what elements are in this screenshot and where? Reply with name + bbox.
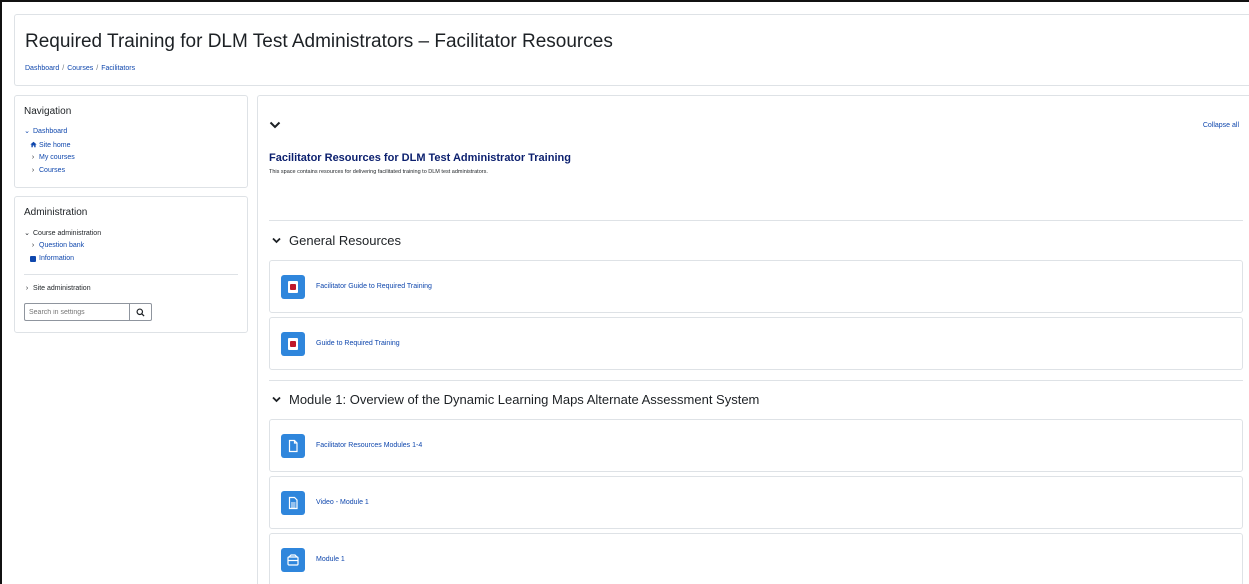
breadcrumb-dashboard[interactable]: Dashboard (25, 65, 59, 72)
admin-item-label: Question bank (39, 242, 85, 249)
page-title: Required Training for DLM Test Administr… (25, 31, 613, 52)
nav-item-label: My courses (39, 154, 75, 161)
settings-search-input[interactable] (24, 303, 130, 321)
section-divider (269, 380, 1243, 381)
chevron-down-icon (272, 396, 281, 403)
chevron-down-icon (272, 237, 281, 244)
breadcrumb-separator: / (62, 65, 65, 72)
chevron-right-icon: › (25, 285, 29, 292)
nav-item-label: Dashboard (33, 127, 68, 135)
file-icon (281, 433, 305, 458)
course-content: Collapse all Facilitator Resources for D… (257, 95, 1249, 584)
nav-item-label: Site home (39, 142, 71, 149)
course-summary-heading: Facilitator Resources for DLM Test Admin… (269, 152, 571, 164)
package-icon (281, 547, 305, 572)
admin-item-question-bank[interactable]: › Question bank (30, 242, 84, 249)
admin-item-label: Information (39, 255, 75, 262)
activity-link[interactable]: Facilitator Resources Modules 1-4 (316, 442, 422, 449)
chevron-right-icon: › (31, 167, 35, 174)
activity-facilitator-resources-modules[interactable]: Facilitator Resources Modules 1-4 (269, 419, 1243, 472)
breadcrumb-separator: / (96, 65, 99, 72)
collapse-all-link[interactable]: Collapse all (1203, 122, 1239, 129)
section-title: General Resources (289, 233, 401, 248)
pdf-icon (281, 331, 305, 356)
course-summary-text: This space contains resources for delive… (269, 169, 488, 175)
search-icon (136, 307, 145, 317)
section-header-general-resources[interactable]: General Resources (272, 233, 401, 248)
home-icon (30, 141, 37, 150)
chevron-right-icon: › (31, 154, 35, 161)
admin-item-label: Course administration (33, 229, 102, 237)
activity-module-1[interactable]: Module 1 (269, 533, 1243, 584)
settings-search-button[interactable] (130, 303, 152, 321)
nav-item-courses[interactable]: › Courses (30, 167, 65, 174)
breadcrumb-courses[interactable]: Courses (67, 65, 93, 72)
nav-item-label: Courses (39, 167, 66, 174)
info-square-icon (30, 255, 36, 262)
navigation-block: Navigation ⌄ Dashboard Site home › My co… (14, 95, 248, 188)
breadcrumb: Dashboard / Courses / Facilitators (25, 65, 135, 72)
nav-item-dashboard[interactable]: ⌄ Dashboard (24, 127, 68, 136)
chevron-down-icon[interactable] (269, 121, 281, 129)
section-divider (269, 220, 1243, 221)
administration-block-title: Administration (24, 207, 88, 218)
pdf-icon (281, 274, 305, 299)
admin-item-course-administration[interactable]: ⌄ Course administration (24, 229, 102, 238)
nav-item-my-courses[interactable]: › My courses (30, 154, 75, 161)
breadcrumb-facilitators[interactable]: Facilitators (101, 65, 135, 72)
nav-item-site-home[interactable]: Site home (30, 141, 71, 150)
activity-link[interactable]: Guide to Required Training (316, 340, 400, 347)
section-title: Module 1: Overview of the Dynamic Learni… (289, 392, 760, 407)
admin-item-label: Site administration (33, 285, 91, 292)
chevron-down-icon: ⌄ (24, 230, 30, 237)
activity-guide-required-training[interactable]: Guide to Required Training (269, 317, 1243, 370)
activity-video-module-1[interactable]: Video - Module 1 (269, 476, 1243, 529)
navigation-block-title: Navigation (24, 106, 72, 117)
activity-link[interactable]: Video - Module 1 (316, 499, 369, 506)
admin-item-site-administration[interactable]: › Site administration (24, 285, 91, 292)
administration-block: Administration ⌄ Course administration ›… (14, 196, 248, 333)
page-icon (281, 490, 305, 515)
admin-item-information[interactable]: Information (30, 255, 74, 262)
chevron-down-icon: ⌄ (24, 128, 30, 135)
activity-link[interactable]: Module 1 (316, 556, 345, 563)
section-header-module-1[interactable]: Module 1: Overview of the Dynamic Learni… (272, 392, 759, 407)
activity-link[interactable]: Facilitator Guide to Required Training (316, 283, 432, 290)
settings-search (24, 303, 152, 321)
page-header: Required Training for DLM Test Administr… (14, 14, 1249, 86)
activity-facilitator-guide[interactable]: Facilitator Guide to Required Training (269, 260, 1243, 313)
divider (24, 274, 238, 275)
chevron-right-icon: › (31, 242, 35, 249)
